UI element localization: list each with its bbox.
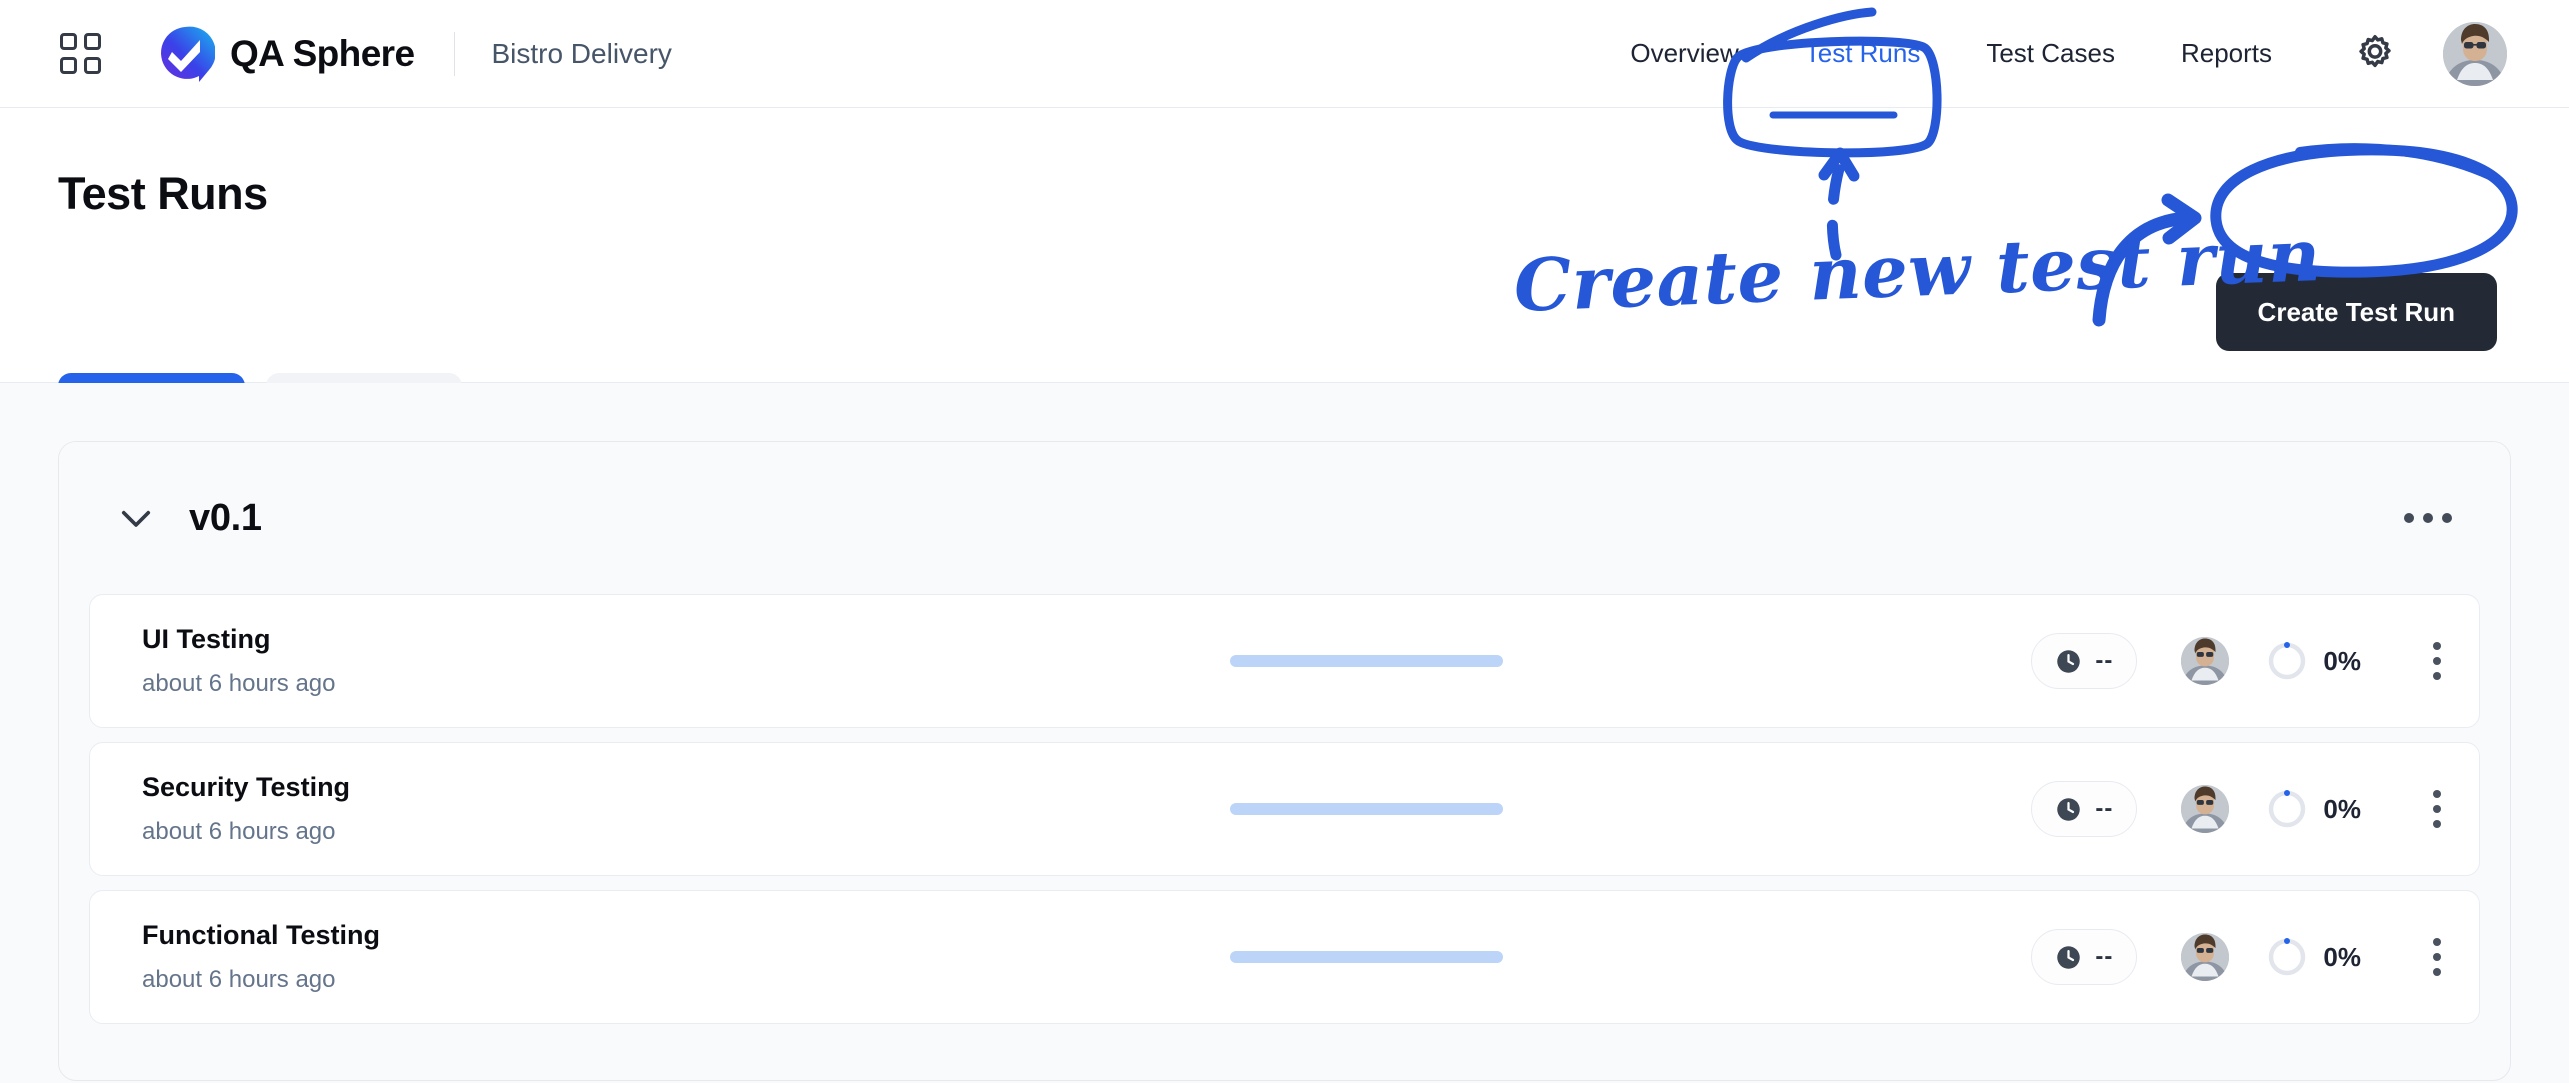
project-name[interactable]: Bistro Delivery bbox=[491, 38, 671, 70]
table-row[interactable]: Functional Testing about 6 hours ago -- bbox=[89, 890, 2480, 1024]
version-group-card: v0.1 UI Testing about 6 hours ago -- 0% … bbox=[58, 441, 2511, 1081]
assignee-avatar[interactable] bbox=[2181, 785, 2230, 833]
nav-item-test-cases[interactable]: Test Cases bbox=[1953, 38, 2148, 69]
create-test-run-button[interactable]: Create Test Run bbox=[2215, 273, 2497, 351]
dot bbox=[2433, 657, 2441, 665]
dot bbox=[2433, 968, 2441, 976]
dot bbox=[2442, 513, 2452, 523]
ellipsis-vertical-icon[interactable] bbox=[2417, 632, 2457, 690]
progress-ring-icon bbox=[2265, 935, 2309, 979]
run-name: Security Testing bbox=[142, 772, 351, 803]
qa-sphere-logo-icon bbox=[161, 26, 215, 82]
assignee-avatar[interactable] bbox=[2181, 637, 2230, 685]
gear-icon[interactable] bbox=[2347, 26, 2403, 82]
assignee-avatar-image bbox=[2181, 637, 2230, 685]
assignee-avatar[interactable] bbox=[2181, 933, 2230, 981]
page-header: Test Runs Active 6 Closed 0 Create Test … bbox=[0, 108, 2569, 438]
duration-value: -- bbox=[2095, 795, 2114, 822]
nav-item-test-runs[interactable]: Test Runs bbox=[1772, 38, 1954, 69]
duration-value: -- bbox=[2095, 943, 2114, 970]
chevron-down-icon[interactable] bbox=[114, 496, 158, 540]
run-progress-area bbox=[702, 655, 2031, 667]
grid-apps-icon[interactable] bbox=[58, 32, 102, 76]
duration-chip[interactable]: -- bbox=[2031, 929, 2138, 985]
brand-logo-link[interactable]: QA Sphere bbox=[155, 24, 415, 84]
avatar[interactable] bbox=[2443, 21, 2507, 86]
completion-indicator: 0% bbox=[2265, 639, 2361, 683]
completion-percent: 0% bbox=[2323, 793, 2361, 824]
main-nav: Overview Test Runs Test Cases Reports bbox=[1597, 38, 2305, 69]
chevron-down-glyph bbox=[121, 510, 151, 527]
progress-ring-glyph bbox=[2269, 642, 2306, 680]
run-info: Security Testing about 6 hours ago bbox=[142, 771, 702, 847]
grid-cell bbox=[59, 33, 77, 50]
app-window: QA Sphere Bistro Delivery Overview Test … bbox=[0, 0, 2569, 1083]
completion-percent: 0% bbox=[2323, 941, 2361, 972]
run-info: Functional Testing about 6 hours ago bbox=[142, 919, 702, 995]
dot bbox=[2433, 790, 2441, 798]
run-progress-area bbox=[702, 951, 2031, 963]
clock-icon bbox=[2057, 649, 2081, 673]
dot bbox=[2433, 805, 2441, 813]
dot bbox=[2423, 513, 2433, 523]
assignee-avatar-image bbox=[2181, 933, 2230, 981]
dot bbox=[2433, 820, 2441, 828]
table-row[interactable]: Security Testing about 6 hours ago -- 0% bbox=[89, 742, 2480, 876]
test-runs-content: v0.1 UI Testing about 6 hours ago -- 0% … bbox=[0, 383, 2569, 1083]
grid-cell bbox=[83, 33, 101, 50]
duration-chip[interactable]: -- bbox=[2031, 633, 2138, 689]
progress-ring-icon bbox=[2265, 639, 2309, 683]
ellipsis-vertical-icon[interactable] bbox=[2417, 780, 2457, 838]
test-run-list: UI Testing about 6 hours ago -- 0% Secur… bbox=[59, 594, 2510, 1054]
nav-item-reports[interactable]: Reports bbox=[2148, 38, 2305, 69]
run-info: UI Testing about 6 hours ago bbox=[142, 623, 702, 699]
clock-icon bbox=[2057, 797, 2081, 821]
run-name: Functional Testing bbox=[142, 920, 380, 951]
ellipsis-vertical-icon[interactable] bbox=[2417, 928, 2457, 986]
run-timestamp: about 6 hours ago bbox=[142, 669, 336, 697]
user-avatar-image bbox=[2443, 21, 2507, 86]
dot bbox=[2404, 513, 2414, 523]
duration-chip[interactable]: -- bbox=[2031, 781, 2138, 837]
clock-icon bbox=[2057, 945, 2081, 969]
progress-ring-glyph bbox=[2269, 790, 2306, 828]
table-row[interactable]: UI Testing about 6 hours ago -- 0% bbox=[89, 594, 2480, 728]
dot bbox=[2433, 953, 2441, 961]
completion-indicator: 0% bbox=[2265, 935, 2361, 979]
run-meta: -- 0% bbox=[2031, 632, 2457, 690]
progress-bar bbox=[1230, 951, 1504, 963]
completion-percent: 0% bbox=[2323, 645, 2361, 676]
run-progress-area bbox=[702, 803, 2031, 815]
run-name: UI Testing bbox=[142, 624, 271, 655]
progress-bar bbox=[1230, 655, 1504, 667]
version-group-header: v0.1 bbox=[59, 442, 2510, 594]
nav-item-overview[interactable]: Overview bbox=[1597, 38, 1771, 69]
grid-cell bbox=[83, 57, 101, 74]
run-meta: -- 0% bbox=[2031, 780, 2457, 838]
version-group-title: v0.1 bbox=[189, 496, 262, 539]
run-meta: -- 0% bbox=[2031, 928, 2457, 986]
dot bbox=[2433, 938, 2441, 946]
dot bbox=[2433, 672, 2441, 680]
run-timestamp: about 6 hours ago bbox=[142, 965, 336, 993]
grid-cell bbox=[59, 57, 77, 74]
gear-icon-glyph bbox=[2359, 34, 2391, 67]
header-divider bbox=[454, 31, 456, 76]
progress-ring-glyph bbox=[2269, 938, 2306, 976]
top-navigation-bar: QA Sphere Bistro Delivery Overview Test … bbox=[0, 0, 2569, 108]
assignee-avatar-image bbox=[2181, 785, 2230, 833]
dot bbox=[2433, 642, 2441, 650]
page-title: Test Runs bbox=[58, 168, 268, 219]
brand-name: QA Sphere bbox=[230, 32, 415, 74]
ellipsis-horizontal-icon[interactable] bbox=[2398, 499, 2458, 537]
completion-indicator: 0% bbox=[2265, 787, 2361, 831]
duration-value: -- bbox=[2095, 647, 2114, 674]
run-timestamp: about 6 hours ago bbox=[142, 817, 336, 845]
progress-ring-icon bbox=[2265, 787, 2309, 831]
progress-bar bbox=[1230, 803, 1504, 815]
